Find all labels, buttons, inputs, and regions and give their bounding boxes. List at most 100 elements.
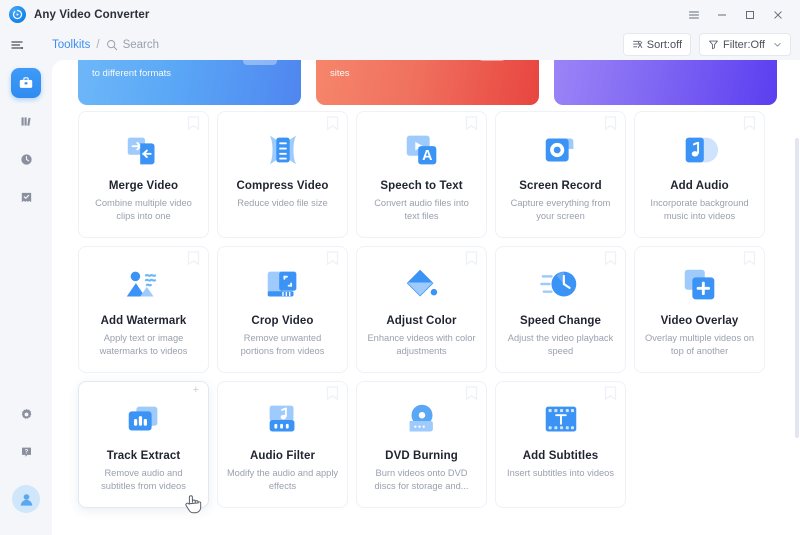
banner-ghost-shape (477, 60, 507, 61)
tool-card-track-extract[interactable]: + Track Extract Remove audio and subtitl… (78, 381, 209, 508)
tool-card-screen-record[interactable]: Screen Record Capture everything from yo… (495, 111, 626, 238)
sidebar-item-settings[interactable] (11, 399, 41, 429)
sort-button[interactable]: Sort:off (622, 33, 692, 56)
banner-ghost-shape (243, 60, 277, 65)
app-logo-icon (9, 6, 26, 23)
bookmark-icon[interactable] (326, 116, 339, 131)
tool-card-video-overlay[interactable]: Video Overlay Overlay multiple videos on… (634, 246, 765, 373)
sidebar-item-tasks[interactable] (11, 182, 41, 212)
speed-change-icon (539, 263, 582, 307)
content-panel: to different formats sites Clip videos i… (52, 60, 800, 535)
tool-title: Speed Change (519, 315, 602, 327)
tool-desc: Reduce video file size (237, 198, 328, 208)
scrollbar-thumb[interactable] (795, 138, 799, 438)
sidebar: ? (0, 60, 52, 535)
crop-video-icon (262, 263, 304, 307)
search-box[interactable] (106, 38, 273, 51)
clock-icon (20, 153, 32, 165)
breadcrumb-toolkits[interactable]: Toolkits (52, 39, 90, 51)
tool-desc: Remove unwanted portions from videos (240, 333, 325, 356)
tool-title: Add Subtitles (522, 450, 599, 462)
banner-download[interactable]: sites (316, 60, 539, 105)
banner-text: sites (330, 68, 350, 79)
promo-banners: to different formats sites Clip videos i… (78, 60, 778, 105)
bookmark-icon[interactable] (604, 386, 617, 401)
add-subtitles-icon (540, 398, 582, 442)
sort-label: Sort:off (646, 38, 683, 51)
banner-text: to different formats (92, 68, 172, 79)
compress-video-icon (262, 128, 304, 172)
tool-title: Crop Video (251, 315, 314, 327)
bookmark-icon[interactable] (187, 116, 200, 131)
user-icon (20, 493, 32, 506)
scroll-area[interactable]: to different formats sites Clip videos i… (52, 60, 800, 535)
tool-card-dvd-burning[interactable]: DVD Burning Burn videos onto DVD discs f… (356, 381, 487, 508)
tool-desc: Capture everything from your screen (510, 198, 611, 221)
breadcrumb-separator: / (96, 38, 100, 51)
tool-card-crop-video[interactable]: Crop Video Remove unwanted portions from… (217, 246, 348, 373)
banner-split[interactable]: Clip videos into segments (554, 60, 777, 105)
tool-card-add-subtitles[interactable]: Add Subtitles Insert subtitles into vide… (495, 381, 626, 508)
search-input[interactable] (122, 38, 273, 51)
tool-card-adjust-color[interactable]: Adjust Color Enhance videos with color a… (356, 246, 487, 373)
hamburger-icon[interactable] (680, 0, 708, 29)
tool-card-speech-to-text[interactable]: A Speech to Text Convert audio files int… (356, 111, 487, 238)
tool-title: Add Watermark (100, 315, 187, 327)
chevron-down-icon (773, 40, 782, 49)
filter-icon (708, 39, 719, 50)
tool-card-add-watermark[interactable]: Add Watermark Apply text or image waterm… (78, 246, 209, 373)
tool-title: Track Extract (106, 450, 181, 462)
add-icon[interactable]: + (193, 385, 199, 396)
banner-convert[interactable]: to different formats (78, 60, 301, 105)
tool-title: Audio Filter (249, 450, 316, 462)
bookmark-icon[interactable] (465, 116, 478, 131)
svg-text:?: ? (24, 449, 28, 455)
adjust-color-icon (401, 263, 443, 307)
bookmark-icon[interactable] (743, 116, 756, 131)
tool-card-compress-video[interactable]: Compress Video Reduce video file size (217, 111, 348, 238)
tool-desc: Enhance videos with color adjustments (367, 333, 476, 356)
toolbox-icon (19, 77, 33, 88)
filter-label: Filter:Off (723, 38, 765, 51)
maximize-icon[interactable] (736, 0, 764, 29)
tool-desc: Combine multiple video clips into one (95, 198, 192, 221)
minimize-icon[interactable] (708, 0, 736, 29)
speech-to-text-icon: A (401, 128, 443, 172)
sidebar-item-library[interactable] (11, 106, 41, 136)
bookmark-icon[interactable] (326, 251, 339, 266)
sidebar-item-toolkits[interactable] (11, 68, 41, 98)
tool-desc: Remove audio and subtitles from videos (101, 468, 186, 491)
tool-title: Add Audio (670, 180, 729, 192)
vertical-scrollbar[interactable] (794, 60, 800, 535)
tool-title: Compress Video (236, 180, 329, 192)
dvd-burning-icon (401, 398, 443, 442)
library-icon (21, 116, 31, 126)
breadcrumb: Toolkits / (52, 38, 273, 51)
list-menu-icon[interactable] (0, 29, 34, 60)
tool-card-add-audio[interactable]: Add Audio Incorporate background music i… (634, 111, 765, 238)
bookmark-icon[interactable] (326, 386, 339, 401)
sort-icon (632, 39, 643, 50)
gear-icon (21, 408, 31, 419)
tool-card-merge-video[interactable]: Merge Video Combine multiple video clips… (78, 111, 209, 238)
close-icon[interactable] (764, 0, 792, 29)
app-title: Any Video Converter (34, 8, 150, 21)
bookmark-icon[interactable] (465, 386, 478, 401)
bookmark-icon[interactable] (604, 251, 617, 266)
sidebar-item-history[interactable] (11, 144, 41, 174)
title-bar: Any Video Converter (0, 0, 800, 29)
sidebar-item-help[interactable]: ? (11, 437, 41, 467)
filter-button[interactable]: Filter:Off (699, 33, 791, 56)
tool-card-audio-filter[interactable]: Audio Filter Modify the audio and apply … (217, 381, 348, 508)
tool-desc: Overlay multiple videos on top of anothe… (644, 333, 755, 356)
svg-text:A: A (422, 148, 432, 164)
bookmark-icon[interactable] (604, 116, 617, 131)
user-avatar[interactable] (12, 485, 40, 513)
tool-card-speed-change[interactable]: Speed Change Adjust the video playback s… (495, 246, 626, 373)
search-icon (106, 39, 118, 51)
tool-desc: Insert subtitles into videos (507, 468, 614, 478)
bookmark-icon[interactable] (743, 251, 756, 266)
add-watermark-icon (123, 263, 165, 307)
bookmark-icon[interactable] (465, 251, 478, 266)
bookmark-icon[interactable] (187, 251, 200, 266)
